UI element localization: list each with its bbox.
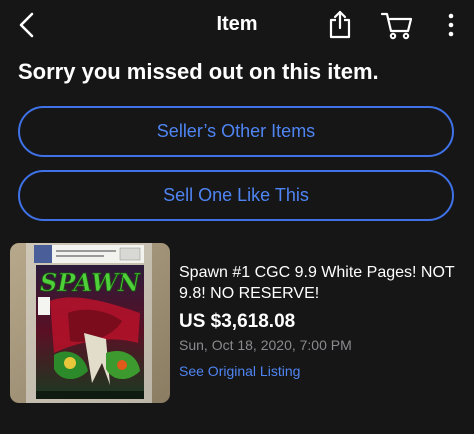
comic-logo-text: SPAWN bbox=[40, 268, 141, 297]
back-chevron-icon[interactable] bbox=[12, 10, 40, 40]
sellers-other-items-button[interactable]: Seller’s Other Items bbox=[18, 106, 454, 157]
cart-icon[interactable] bbox=[380, 10, 414, 40]
listing-end-date: Sun, Oct 18, 2020, 7:00 PM bbox=[179, 337, 352, 353]
see-original-listing-link[interactable]: See Original Listing bbox=[179, 363, 300, 379]
missed-out-heading: Sorry you missed out on this item. bbox=[18, 59, 379, 84]
comic-slab-image: SPAWN bbox=[10, 243, 170, 403]
listing-thumbnail[interactable]: SPAWN bbox=[10, 243, 170, 403]
listing-price: US $3,618.08 bbox=[179, 311, 296, 332]
top-nav-bar: Item bbox=[0, 0, 474, 52]
more-vertical-icon[interactable] bbox=[444, 12, 458, 38]
sell-one-like-this-button[interactable]: Sell One Like This bbox=[18, 170, 454, 221]
listing-title[interactable]: Spawn #1 CGC 9.9 White Pages! NOT 9.8! N… bbox=[179, 262, 463, 304]
share-icon[interactable] bbox=[326, 10, 354, 40]
